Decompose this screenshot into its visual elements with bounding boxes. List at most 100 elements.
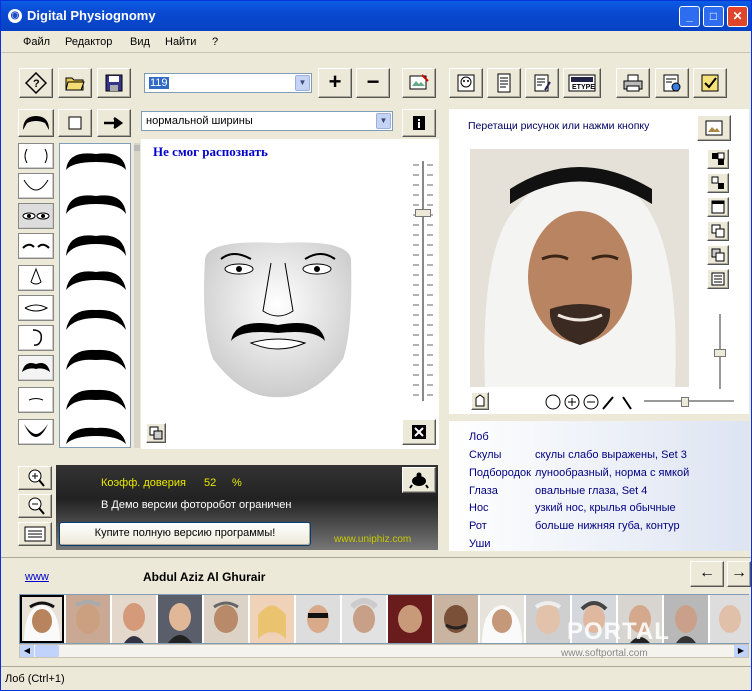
menu-help[interactable]: ? — [212, 36, 218, 48]
zoom-in-button[interactable] — [18, 466, 52, 490]
feature-name-chin[interactable]: Подбородок — [469, 467, 531, 479]
lips-icon — [28, 398, 44, 401]
feature-name-nose[interactable]: Нос — [469, 502, 489, 514]
category-mouth[interactable] — [18, 295, 54, 321]
chevron-down-icon[interactable]: ▼ — [295, 75, 310, 91]
next-button[interactable]: → — [727, 561, 751, 587]
print-button[interactable] — [616, 68, 650, 98]
close-box-icon — [412, 425, 426, 439]
feature-name-mouth[interactable]: Рот — [469, 520, 487, 532]
tool-2-button[interactable] — [707, 173, 729, 193]
assistant-button[interactable] — [402, 467, 436, 493]
ethnic-type-button[interactable]: ETYPE — [563, 68, 601, 98]
maximize-button[interactable]: □ — [703, 6, 724, 27]
document-button[interactable] — [487, 68, 521, 98]
category-beard[interactable] — [18, 419, 54, 445]
tool-6-button[interactable] — [707, 269, 729, 289]
category-lips[interactable] — [18, 387, 54, 413]
photo-zoom-slider[interactable] — [714, 314, 726, 389]
open-button[interactable] — [58, 68, 92, 98]
demo-note: В Демо версии фоторобот ограничен — [101, 499, 292, 511]
slider-thumb[interactable] — [415, 209, 431, 217]
remove-button[interactable]: − — [356, 68, 390, 98]
load-image-button[interactable] — [697, 115, 731, 141]
slider-thumb[interactable] — [714, 349, 726, 357]
info-icon — [413, 116, 425, 130]
turtle-icon — [409, 472, 429, 489]
menu-editor[interactable]: Редактор — [65, 36, 112, 48]
tool-4-button[interactable] — [707, 221, 729, 241]
previous-button[interactable]: ← — [690, 561, 724, 587]
hair-shape-button[interactable] — [18, 109, 54, 137]
scroll-right-icon[interactable]: ▶ — [734, 645, 748, 657]
magnifier-plus-icon — [28, 469, 45, 487]
slider-thumb[interactable] — [681, 397, 689, 407]
category-ears[interactable] — [18, 325, 54, 351]
tool-1-button[interactable] — [707, 149, 729, 169]
photo-edit-tools[interactable] — [543, 392, 633, 412]
thumbnail-scrollbar[interactable] — [134, 143, 140, 448]
feature-name-ears[interactable]: Уши — [469, 538, 490, 550]
status-bar: Лоб (Ctrl+1) — [1, 666, 751, 690]
category-nose[interactable] — [18, 265, 54, 291]
category-eyebrows[interactable] — [18, 233, 54, 259]
menu-find[interactable]: Найти — [165, 36, 196, 48]
record-number-value: 119 — [149, 77, 169, 89]
zoom-slider[interactable] — [411, 161, 435, 401]
mustache-icon — [22, 363, 50, 372]
folder-open-icon — [65, 77, 85, 91]
square-icon — [68, 116, 82, 130]
globe-doc-icon — [663, 74, 681, 92]
tool-3-button[interactable] — [707, 197, 729, 217]
clear-button[interactable] — [402, 419, 436, 445]
feature-name-cheekbones[interactable]: Скулы — [469, 449, 501, 461]
tool-5-button[interactable] — [707, 245, 729, 265]
confirm-button[interactable] — [693, 68, 727, 98]
nose-icon — [30, 267, 42, 285]
copy-icon — [711, 224, 725, 238]
scroll-thumb[interactable] — [134, 145, 140, 151]
info-button[interactable] — [402, 109, 436, 137]
portrait-button[interactable] — [449, 68, 483, 98]
arrow-tool-button[interactable] — [97, 109, 131, 137]
list-view-button[interactable] — [18, 522, 52, 546]
composite-canvas[interactable]: Не смог распознать — [141, 139, 439, 449]
menu-view[interactable]: Вид — [130, 36, 150, 48]
info-panel: Коэфф. доверия 52 % В Демо версии фоторо… — [56, 465, 438, 550]
category-eyes[interactable] — [18, 203, 54, 229]
width-select[interactable]: нормальной ширины ▼ — [141, 111, 393, 131]
notepad-pen-icon — [534, 74, 551, 92]
category-forehead[interactable] — [18, 143, 54, 169]
pointer-tool-button[interactable] — [471, 392, 489, 410]
category-mustache[interactable] — [18, 355, 54, 381]
scroll-thumb[interactable] — [35, 645, 59, 657]
edit-image-button[interactable] — [402, 68, 436, 98]
www-link[interactable]: www — [25, 571, 49, 583]
photo-tools — [707, 149, 737, 289]
question-diamond-icon: ? — [25, 72, 47, 94]
category-chin[interactable] — [18, 173, 54, 199]
notes-button[interactable] — [525, 68, 559, 98]
zoom-out-button[interactable] — [18, 494, 52, 518]
layers-icon — [149, 426, 163, 440]
layers-button[interactable] — [146, 423, 166, 443]
chevron-down-icon[interactable]: ▼ — [376, 113, 391, 129]
record-number-select[interactable]: 119 ▼ — [144, 73, 312, 93]
help-context-button[interactable]: ? — [19, 68, 53, 98]
photo-hslider[interactable] — [644, 400, 734, 402]
feature-value-eyes: овальные глаза, Set 4 — [535, 485, 648, 497]
rectangle-tool-button[interactable] — [58, 109, 92, 137]
save-button[interactable] — [97, 68, 131, 98]
feature-name-eyes[interactable]: Глаза — [469, 485, 498, 497]
beard-icon — [24, 424, 48, 437]
confidence-unit: % — [232, 477, 242, 489]
add-button[interactable]: + — [318, 68, 352, 98]
minimize-button[interactable]: _ — [679, 6, 700, 27]
web-search-button[interactable] — [655, 68, 689, 98]
buy-full-version-button[interactable]: Купите полную версию программы! — [59, 522, 311, 546]
mustache-variants[interactable] — [60, 144, 131, 448]
scroll-left-icon[interactable]: ◀ — [20, 645, 34, 657]
menu-file[interactable]: Файл — [23, 36, 50, 48]
feature-name-forehead[interactable]: Лоб — [469, 431, 489, 443]
close-button[interactable]: ✕ — [727, 6, 748, 27]
